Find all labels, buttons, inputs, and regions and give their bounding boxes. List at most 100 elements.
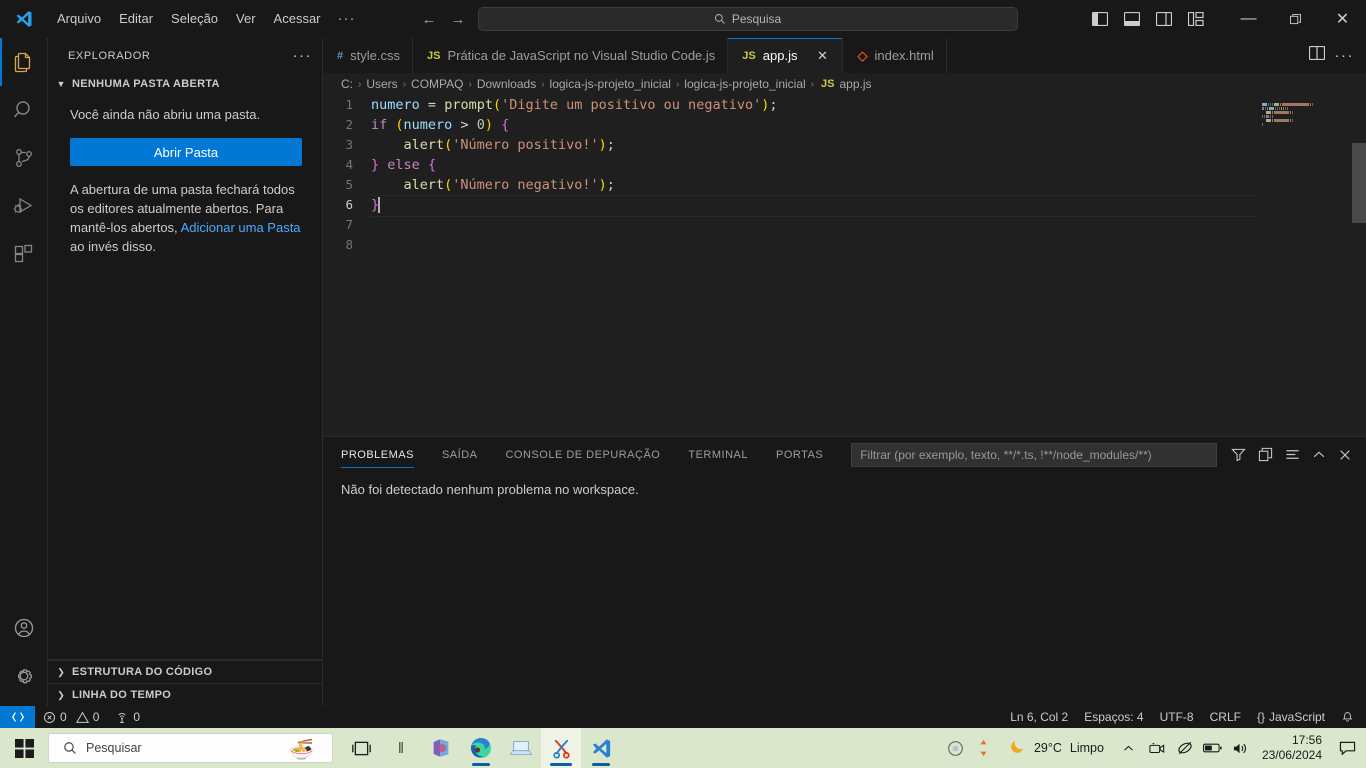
minimize-button[interactable]: —	[1225, 0, 1272, 38]
menu-more-icon[interactable]: ···	[330, 8, 364, 30]
updates-arrows-icon[interactable]	[971, 728, 997, 768]
forward-arrow-icon[interactable]: →	[451, 12, 466, 27]
collapse-all-icon[interactable]	[1258, 447, 1273, 462]
code-line[interactable]: 4} else {	[323, 155, 1366, 175]
toggle-secondary-sidebar-icon[interactable]	[1151, 6, 1177, 32]
breadcrumb-item-downloads[interactable]: Downloads	[477, 77, 536, 91]
tray-expand-chevron-icon[interactable]	[1116, 728, 1142, 768]
food-bowl-icon[interactable]: 🍜	[289, 737, 314, 762]
sidebar-section-no-folder[interactable]: ▼ NENHUMA PASTA ABERTA	[48, 73, 322, 95]
editor-vertical-scrollbar[interactable]	[1352, 143, 1366, 223]
editor-minimap[interactable]	[1262, 103, 1352, 147]
maximize-panel-icon[interactable]	[1312, 448, 1326, 462]
sidebar-more-actions-icon[interactable]: ···	[293, 48, 313, 63]
breadcrumb-item-users[interactable]: Users	[366, 77, 397, 91]
status-notifications[interactable]	[1333, 706, 1366, 728]
tab-pratica-de-javascript[interactable]: JS Prática de JavaScript no Visual Studi…	[412, 38, 729, 73]
code-line[interactable]: 2 if (numero > 0) {	[323, 115, 1366, 135]
code-line[interactable]: 3 alert('Número positivo!');	[323, 135, 1366, 155]
activity-source-control-button[interactable]	[0, 134, 48, 182]
code-text: }	[371, 197, 381, 213]
network-off-icon[interactable]	[1172, 728, 1198, 768]
panel-tab-portas[interactable]: PORTAS	[776, 441, 823, 468]
status-language-mode[interactable]: {} JavaScript	[1249, 706, 1333, 728]
taskbar-search-input[interactable]: Pesquisar 🍜	[48, 733, 333, 763]
volume-icon[interactable]	[1228, 728, 1254, 768]
panel-tab-problemas[interactable]: PROBLEMAS	[341, 441, 414, 468]
breadcrumb-item-projeto-1[interactable]: logica-js-projeto_inicial	[550, 77, 671, 91]
file-explorer-icon[interactable]	[501, 728, 541, 768]
tab-close-icon[interactable]: ✕	[814, 48, 830, 64]
toggle-primary-sidebar-icon[interactable]	[1087, 6, 1113, 32]
status-indentation[interactable]: Espaços: 4	[1076, 706, 1151, 728]
task-view-icon[interactable]	[341, 728, 381, 768]
problems-filter-input[interactable]: Filtrar (por exemplo, texto, **/*.ts, !*…	[851, 442, 1217, 467]
command-search-input[interactable]: Pesquisa	[477, 7, 1018, 31]
microsoft-edge-icon[interactable]	[461, 728, 501, 768]
system-tray: 29°C Limpo 17:56 23/06/2024	[943, 728, 1366, 768]
customize-layout-icon[interactable]	[1183, 6, 1209, 32]
breadcrumb-item-projeto-2[interactable]: logica-js-projeto_inicial	[684, 77, 805, 91]
snipping-tool-icon[interactable]	[541, 728, 581, 768]
vscode-taskbar-icon[interactable]	[581, 728, 621, 768]
status-encoding[interactable]: UTF-8	[1152, 706, 1202, 728]
menu-arquivo[interactable]: Arquivo	[48, 6, 110, 32]
activity-accounts-button[interactable]	[0, 604, 48, 652]
code-line[interactable]: 6}	[323, 195, 1366, 217]
activity-settings-button[interactable]	[0, 652, 48, 700]
code-line[interactable]: 7	[323, 215, 1366, 235]
split-editor-icon[interactable]	[1308, 45, 1325, 65]
add-folder-link[interactable]: Adicionar uma Pasta	[181, 220, 301, 235]
back-arrow-icon[interactable]: ←	[422, 12, 437, 27]
status-problems[interactable]: 0 0	[35, 706, 107, 728]
html-file-icon: ◇	[857, 47, 868, 63]
tab-style-css[interactable]: # style.css	[323, 38, 413, 73]
activity-explorer-button[interactable]	[0, 38, 48, 86]
tab-app-js[interactable]: JS app.js ✕	[728, 38, 844, 73]
panel-tab-saida[interactable]: SAÍDA	[442, 441, 478, 468]
menu-editar[interactable]: Editar	[110, 6, 162, 32]
microsoft-365-icon[interactable]	[421, 728, 461, 768]
menu-ver[interactable]: Ver	[227, 6, 265, 32]
tab-index-html[interactable]: ◇ index.html	[843, 38, 947, 73]
status-ports[interactable]: 0	[107, 706, 148, 728]
filter-icon[interactable]	[1231, 447, 1246, 462]
code-line[interactable]: 5 alert('Número negativo!');	[323, 175, 1366, 195]
sidebar-section-outline[interactable]: ❯ ESTRUTURA DO CÓDIGO	[48, 660, 322, 683]
line-number: 4	[345, 157, 353, 172]
close-window-button[interactable]: ✕	[1319, 0, 1366, 38]
sidebar-section-timeline[interactable]: ❯ LINHA DO TEMPO	[48, 683, 322, 706]
maximize-button[interactable]	[1272, 0, 1319, 38]
menu-selecao[interactable]: Seleção	[162, 6, 227, 32]
breadcrumb-separator-icon: ›	[541, 78, 545, 90]
remote-window-icon[interactable]	[0, 706, 35, 728]
activity-search-button[interactable]	[0, 86, 48, 134]
status-cursor-position[interactable]: Ln 6, Col 2	[1002, 706, 1076, 728]
breadcrumb-item-compaq[interactable]: COMPAQ	[411, 77, 463, 91]
status-port-count: 0	[133, 710, 141, 724]
view-as-list-icon[interactable]	[1285, 447, 1300, 462]
open-folder-button[interactable]: Abrir Pasta	[70, 138, 302, 166]
activity-extensions-button[interactable]	[0, 230, 48, 278]
code-line[interactable]: 8	[323, 235, 1366, 255]
panel-tab-terminal[interactable]: TERMINAL	[688, 441, 748, 468]
code-line[interactable]: 1 numero = prompt('Digite um positivo ou …	[323, 95, 1366, 115]
media-player-icon[interactable]	[943, 728, 969, 768]
breadcrumb-item-c[interactable]: C:	[341, 77, 353, 91]
panel-tab-console-depuracao[interactable]: CONSOLE DE DEPURAÇÃO	[505, 441, 660, 468]
battery-icon[interactable]	[1200, 728, 1226, 768]
windows-start-icon[interactable]	[0, 728, 48, 768]
notification-center-icon[interactable]	[1334, 728, 1360, 768]
editor-more-actions-icon[interactable]: ···	[1335, 48, 1355, 63]
weather-widget[interactable]: 29°C Limpo	[999, 738, 1114, 758]
camera-icon[interactable]	[1144, 728, 1170, 768]
code-lines[interactable]: 1 numero = prompt('Digite um positivo ou …	[323, 95, 1366, 255]
menu-acessar[interactable]: Acessar	[265, 6, 330, 32]
activity-run-debug-button[interactable]	[0, 182, 48, 230]
code-editor[interactable]: 1 numero = prompt('Digite um positivo ou …	[323, 95, 1366, 425]
status-eol[interactable]: CRLF	[1202, 706, 1249, 728]
toggle-panel-icon[interactable]	[1119, 6, 1145, 32]
taskbar-clock[interactable]: 17:56 23/06/2024	[1256, 733, 1332, 763]
close-panel-icon[interactable]	[1338, 448, 1352, 462]
breadcrumb-item-file[interactable]: app.js	[839, 77, 871, 91]
